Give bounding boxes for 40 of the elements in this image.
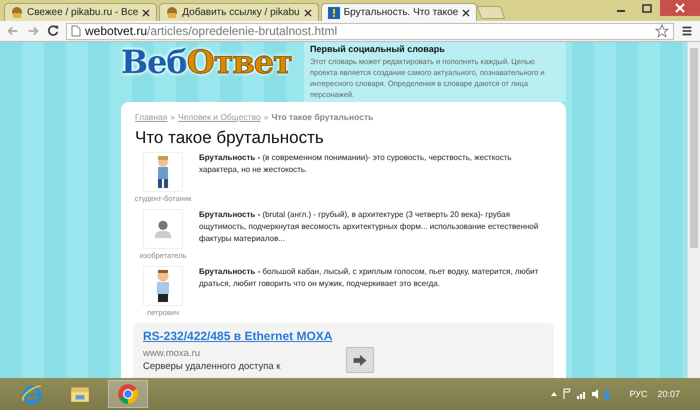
breadcrumb-separator: » xyxy=(264,112,268,122)
close-icon[interactable] xyxy=(304,8,312,16)
arrow-right-icon xyxy=(352,354,368,366)
cupcake-icon xyxy=(166,6,178,18)
definition-text: Брутальность - (brutal (англ.) - грубый), в архитектуре (3 четверть 20 века)- грубая ощутимость, подчеркнутая весомость архитектурных форм... использование естественной фактуры материалов... xyxy=(199,209,540,245)
menu-icon[interactable] xyxy=(680,24,694,38)
breadcrumb-separator: » xyxy=(170,112,176,122)
reload-icon[interactable] xyxy=(46,24,60,38)
ad-link[interactable]: RS-232/422/485 в Ethernet MOXA xyxy=(143,329,332,343)
intro-title: Первый социальный словарь xyxy=(310,44,446,54)
close-icon[interactable] xyxy=(142,8,150,16)
site-logo[interactable]: ВебОтвет xyxy=(121,42,292,102)
browser-tab[interactable]: Свежее / pikabu.ru - Все xyxy=(4,3,158,21)
chrome-icon xyxy=(117,383,139,405)
clock[interactable]: 20:07 xyxy=(657,389,680,399)
go-button[interactable] xyxy=(346,347,374,373)
scrollbar[interactable] xyxy=(687,42,700,378)
taskbar-app[interactable] xyxy=(108,380,148,408)
cupcake-icon xyxy=(11,6,23,18)
breadcrumb-link[interactable]: Главная xyxy=(135,112,168,122)
page-title: Что такое брутальность xyxy=(135,128,325,148)
ad-url: www.moxa.ru xyxy=(143,348,202,359)
scrollbar-thumb[interactable] xyxy=(690,48,698,248)
definition-text: Брутальность - (в современном понимании)- это суровость, черствость, жесткость характера, но не жестокость. xyxy=(199,152,513,176)
breadcrumb-current: Что такое брутальность xyxy=(271,112,374,122)
language-indicator[interactable]: РУС xyxy=(629,389,648,399)
site-favicon xyxy=(328,6,340,18)
user-silhouette-icon xyxy=(152,218,174,240)
close-window-icon[interactable] xyxy=(660,0,700,16)
ad-text: Серверы удаленного доступа к xyxy=(143,361,282,372)
url-text: webotvet.ru/articles/opredelenie-brutalnost.html xyxy=(85,24,338,38)
breadcrumb-link[interactable]: Человек и Общество xyxy=(178,112,261,122)
browser-tab[interactable]: Добавить ссылку / pikabu xyxy=(159,3,319,21)
close-icon[interactable] xyxy=(462,8,470,16)
browser-e-icon xyxy=(21,383,43,405)
address-bar[interactable]: webotvet.ru/articles/opredelenie-brutalnost.html xyxy=(66,22,674,40)
star-icon[interactable] xyxy=(655,24,669,38)
page-icon xyxy=(71,25,81,37)
browser-tab[interactable]: Брутальность. Что такое xyxy=(320,3,478,21)
definition-text: Брутальность - большой кабан, лысый, с хриплым голосом, пьет водку, матерится, любит драться, любит говорить что он мужик, подчеркивает это всегда. xyxy=(199,266,540,290)
